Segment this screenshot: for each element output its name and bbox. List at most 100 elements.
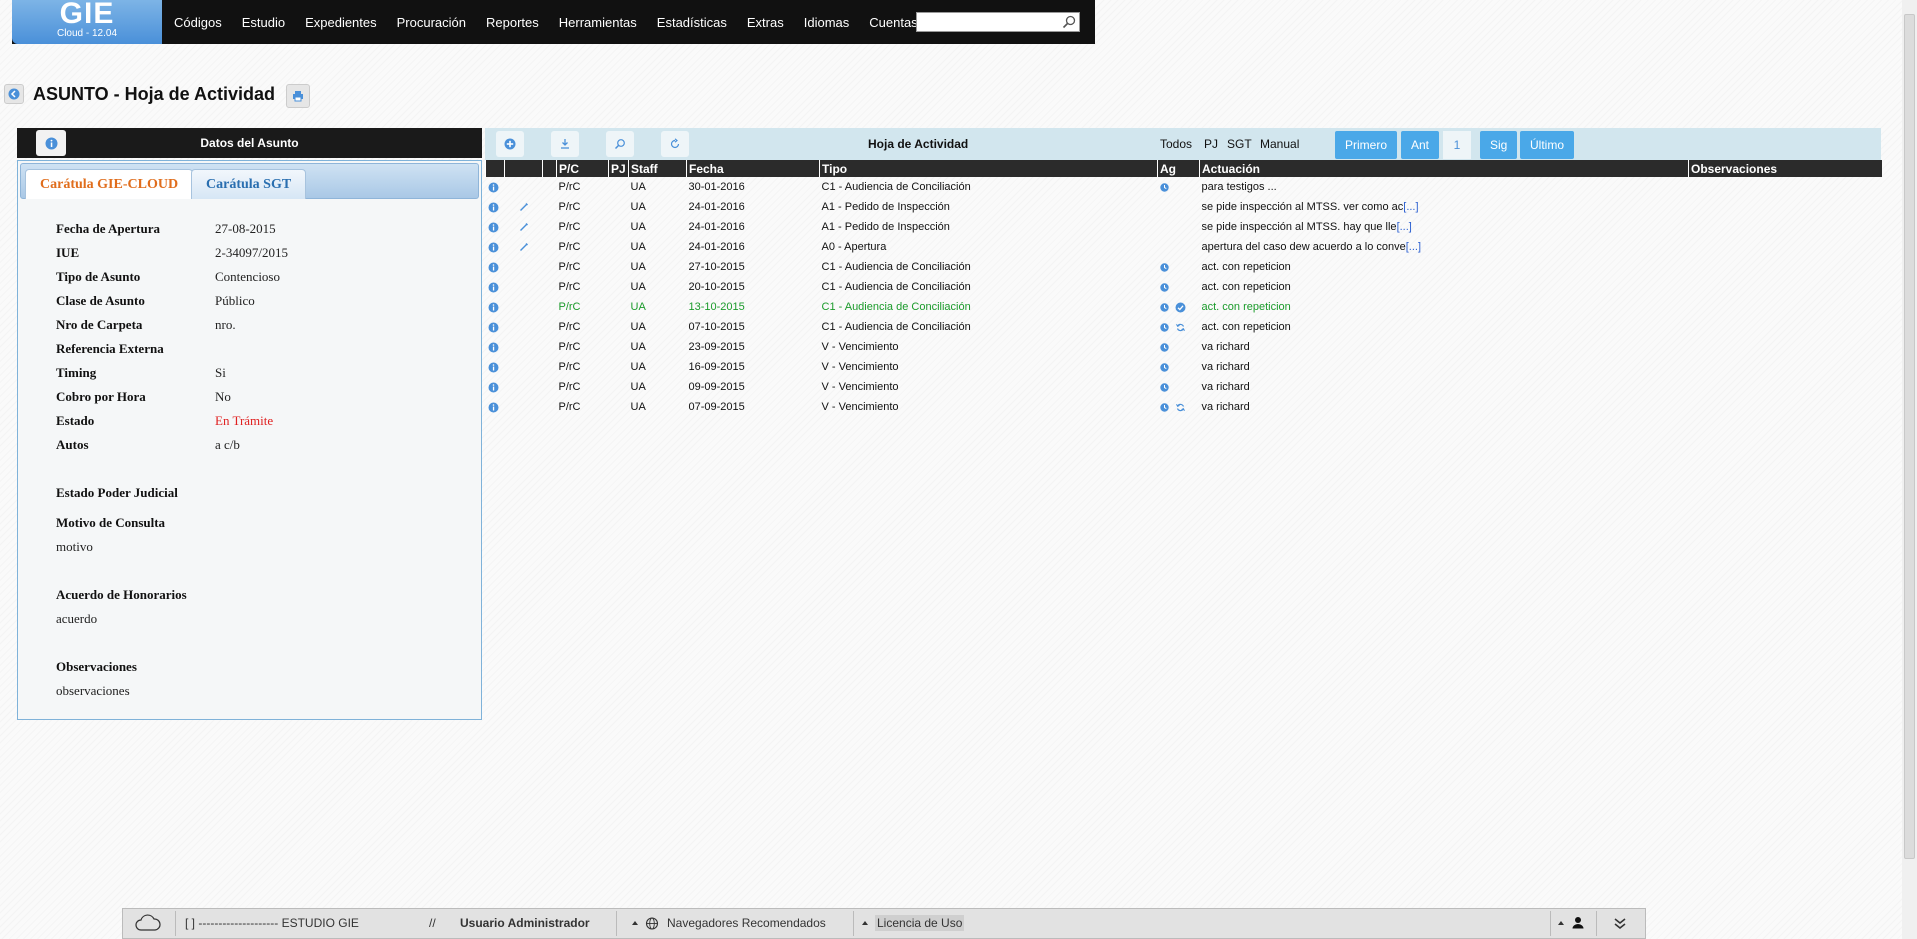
info-icon[interactable] xyxy=(488,301,499,313)
table-row[interactable]: P/rC UA 24-01-2016 A1 - Pedido de Inspecció… xyxy=(486,217,1882,237)
observaciones-cell xyxy=(1689,337,1882,357)
clock-icon xyxy=(1159,181,1169,193)
acuerdo-value: acuerdo xyxy=(56,611,98,626)
edit-icon[interactable] xyxy=(519,201,529,213)
observaciones-cell xyxy=(1689,377,1882,397)
prev-page-button[interactable]: Ant xyxy=(1401,131,1440,159)
menu-item-cuentas[interactable]: Cuentas xyxy=(869,15,917,30)
app-logo[interactable]: GIE Cloud - 12.04 xyxy=(12,0,162,44)
table-row[interactable]: P/rC UA 27-10-2015 C1 - Audiencia de Concil… xyxy=(486,257,1882,277)
menu-item-procuracion[interactable]: Procuración xyxy=(397,15,466,30)
table-row[interactable]: P/rC UA 24-01-2016 A1 - Pedido de Inspecció… xyxy=(486,197,1882,217)
table-row[interactable]: P/rC UA 24-01-2016 A0 - Apertura apertura de… xyxy=(486,237,1882,257)
col-header-staff[interactable]: Staff xyxy=(628,160,687,177)
first-page-button[interactable]: Primero xyxy=(1335,131,1398,159)
user-icon[interactable] xyxy=(1571,909,1585,938)
filter-todos[interactable]: Todos xyxy=(1160,128,1192,160)
print-button[interactable] xyxy=(286,84,310,108)
refresh-button[interactable] xyxy=(661,131,689,157)
collapse-footer-icon[interactable] xyxy=(1613,909,1627,938)
table-row[interactable]: P/rC UA 16-09-2015 V - Vencimiento va richar… xyxy=(486,357,1882,377)
edit-icon[interactable] xyxy=(519,241,529,253)
fecha-cell: 23-09-2015 xyxy=(688,341,745,353)
blank-cell xyxy=(543,377,557,397)
actuacion-text: se pide inspección al MTSS. hay que lle xyxy=(1201,221,1397,233)
info-icon[interactable] xyxy=(488,181,499,193)
info-icon[interactable] xyxy=(488,361,499,373)
browsers-expand-icon[interactable] xyxy=(631,909,639,938)
more-link[interactable]: [...] xyxy=(1406,241,1421,253)
col-header-fecha[interactable]: Fecha xyxy=(686,160,820,177)
more-link[interactable]: [...] xyxy=(1403,201,1418,213)
col-header-observaciones[interactable]: Observaciones xyxy=(1688,160,1882,177)
info-icon[interactable] xyxy=(488,341,499,353)
col-header-pj[interactable]: PJ xyxy=(608,160,629,177)
menu-item-estudio[interactable]: Estudio xyxy=(242,15,285,30)
cloud-icon[interactable] xyxy=(135,909,161,938)
table-row[interactable]: P/rC UA 07-10-2015 C1 - Audiencia de Concil… xyxy=(486,317,1882,337)
last-page-button[interactable]: Último xyxy=(1520,131,1575,159)
actuacion-cell: apertura del caso dew acuerdo a lo conve… xyxy=(1200,237,1689,257)
observaciones-cell xyxy=(1689,357,1882,377)
filter-pj[interactable]: PJ xyxy=(1204,128,1218,160)
more-link[interactable]: [...] xyxy=(1397,221,1412,233)
license-link[interactable]: Licencia de Uso xyxy=(875,915,965,931)
col-header-pc[interactable]: P/C xyxy=(556,160,609,177)
info-icon[interactable] xyxy=(488,261,499,273)
info-icon[interactable] xyxy=(488,201,499,213)
info-icon[interactable] xyxy=(488,281,499,293)
search-input[interactable] xyxy=(917,13,1055,31)
download-button[interactable] xyxy=(551,131,579,157)
field-label: IUE xyxy=(56,245,80,260)
browsers-link[interactable]: Navegadores Recomendados xyxy=(667,909,826,938)
table-row[interactable]: P/rC UA 30-01-2016 C1 - Audiencia de Concil… xyxy=(486,177,1882,197)
blank-cell xyxy=(543,257,557,277)
scrollbar-thumb[interactable] xyxy=(1904,14,1915,859)
user-expand-icon[interactable] xyxy=(1557,909,1565,938)
blank-cell xyxy=(543,297,557,317)
menu-item-estadisticas[interactable]: Estadísticas xyxy=(657,15,727,30)
filter-manual[interactable]: Manual xyxy=(1260,128,1299,160)
menu-item-reportes[interactable]: Reportes xyxy=(486,15,539,30)
license-expand-icon[interactable] xyxy=(861,909,869,938)
pj-cell xyxy=(609,257,629,277)
search-activity-button[interactable] xyxy=(606,131,634,157)
menu-item-herramientas[interactable]: Herramientas xyxy=(559,15,637,30)
edit-cell xyxy=(505,337,543,357)
pc-cell: P/rC xyxy=(558,301,581,313)
search-icon[interactable] xyxy=(1062,15,1076,29)
info-cell xyxy=(486,237,505,257)
tab-caratula-gie-cloud[interactable]: Carátula GIE-CLOUD xyxy=(25,169,194,199)
info-icon[interactable] xyxy=(488,381,499,393)
info-icon[interactable] xyxy=(488,401,499,413)
table-row[interactable]: P/rC UA 23-09-2015 V - Vencimiento va richar… xyxy=(486,337,1882,357)
tipo-cell: C1 - Audiencia de Conciliación xyxy=(821,301,971,313)
col-header-tipo[interactable]: Tipo xyxy=(819,160,1158,177)
table-row[interactable]: P/rC UA 07-09-2015 V - Vencimiento va richar… xyxy=(486,397,1882,417)
info-icon[interactable] xyxy=(488,241,499,253)
vertical-scrollbar[interactable] xyxy=(1902,0,1917,939)
table-row[interactable]: P/rC UA 20-10-2015 C1 - Audiencia de Concil… xyxy=(486,277,1882,297)
blank-cell xyxy=(543,397,557,417)
filter-sgt[interactable]: SGT xyxy=(1227,128,1252,160)
edit-icon[interactable] xyxy=(519,221,529,233)
menu-item-expedientes[interactable]: Expedientes xyxy=(305,15,377,30)
field-row: Nro de Carpeta nro. xyxy=(56,313,288,337)
add-activity-button[interactable] xyxy=(496,131,524,157)
staff-cell: UA xyxy=(630,241,646,253)
tab-caratula-sgt[interactable]: Carátula SGT xyxy=(191,169,307,199)
back-button[interactable] xyxy=(4,84,24,104)
info-icon[interactable] xyxy=(488,221,499,233)
observaciones-cell xyxy=(1689,237,1882,257)
menu-item-extras[interactable]: Extras xyxy=(747,15,784,30)
col-header-actuacion[interactable]: Actuación xyxy=(1199,160,1689,177)
current-user[interactable]: Usuario Administrador xyxy=(460,909,590,938)
menu-item-codigos[interactable]: Códigos xyxy=(174,15,222,30)
table-row[interactable]: P/rC UA 09-09-2015 V - Vencimiento va richar… xyxy=(486,377,1882,397)
menu-item-idiomas[interactable]: Idiomas xyxy=(804,15,850,30)
col-header-ag[interactable]: Ag xyxy=(1157,160,1200,177)
table-row[interactable]: P/rC UA 13-10-2015 C1 - Audiencia de Concil… xyxy=(486,297,1882,317)
next-page-button[interactable]: Sig xyxy=(1480,131,1518,159)
logo-text: GIE xyxy=(59,0,115,30)
info-icon[interactable] xyxy=(488,321,499,333)
